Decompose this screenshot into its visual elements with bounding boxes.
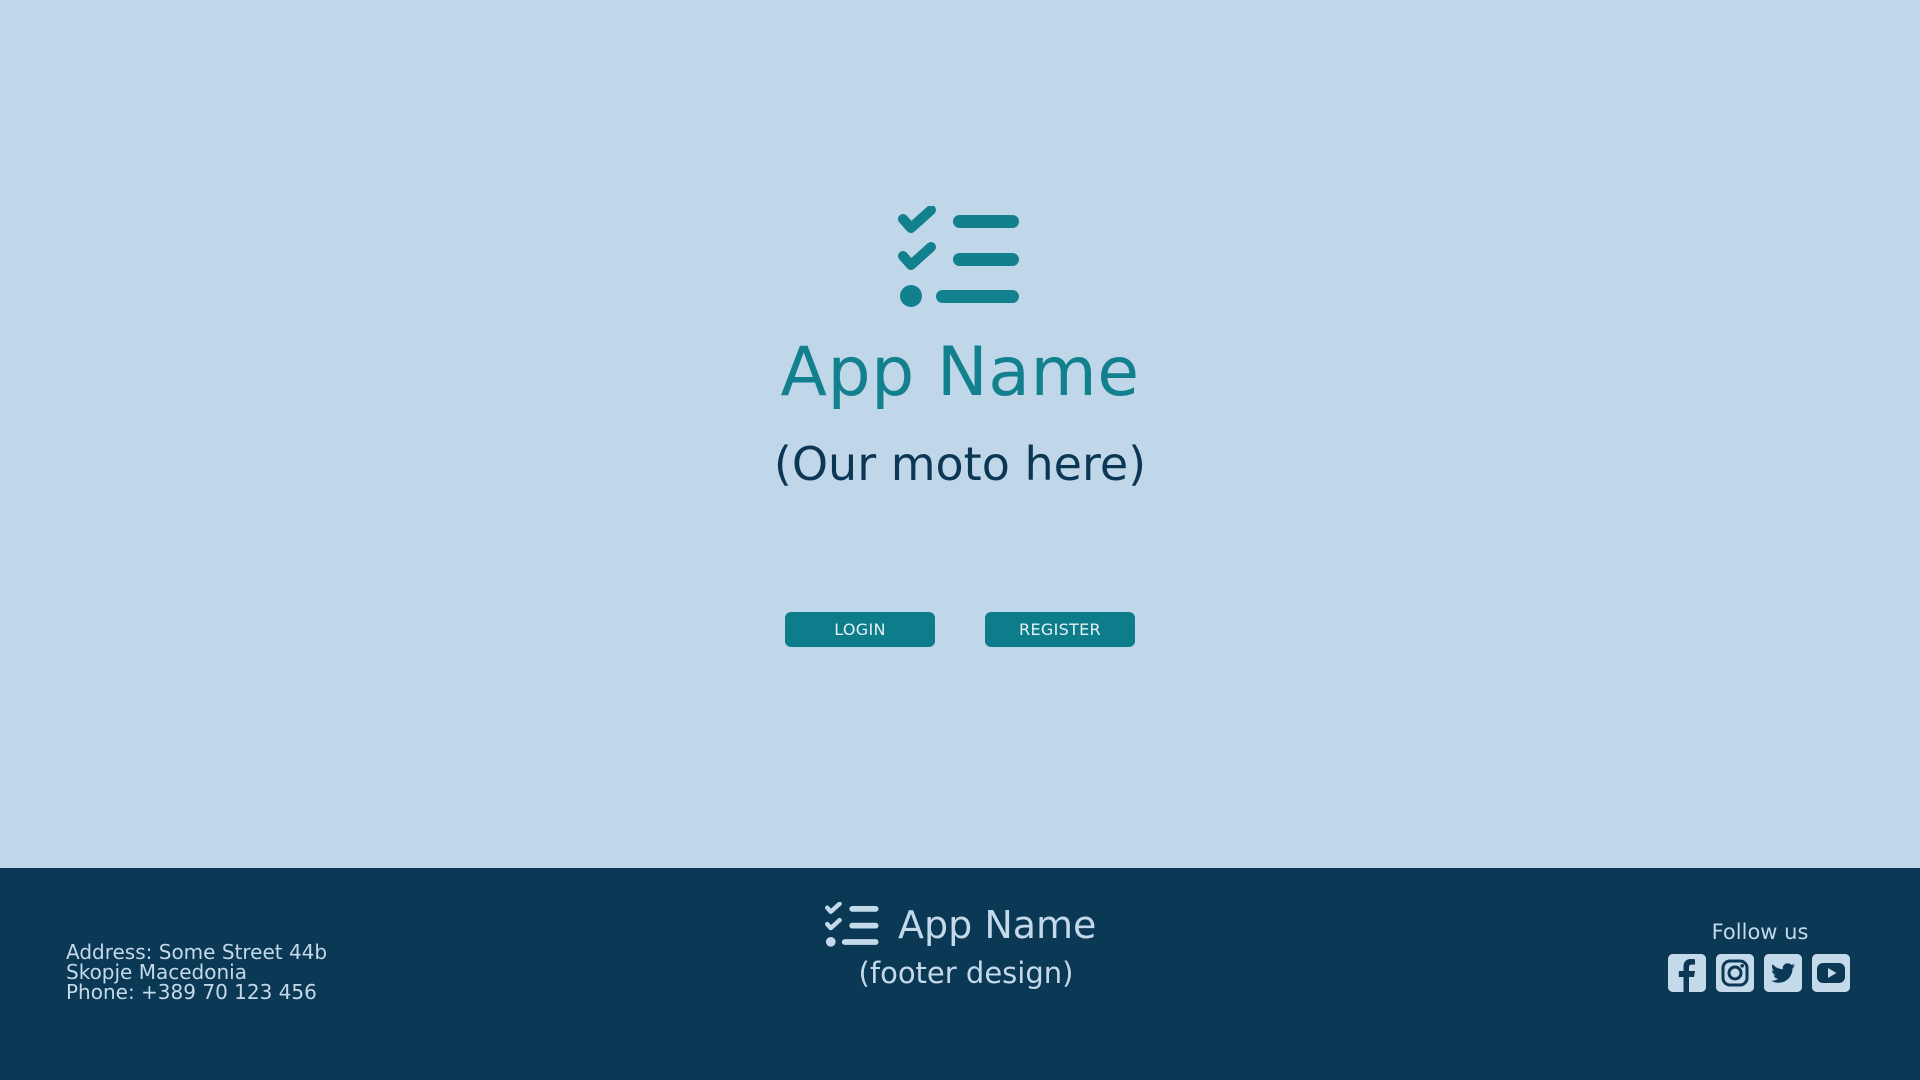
checklist-icon (898, 206, 1019, 307)
footer-app-name: App Name (898, 903, 1097, 947)
twitter-link[interactable] (1764, 954, 1802, 992)
checklist-icon (825, 902, 879, 947)
social-links (1668, 954, 1850, 992)
hero-section: App Name (Our moto here) LOGIN REGISTER (0, 0, 1920, 868)
instagram-link[interactable] (1716, 954, 1754, 992)
follow-us-label: Follow us (1711, 920, 1809, 944)
login-button[interactable]: LOGIN (785, 612, 935, 647)
youtube-link[interactable] (1812, 954, 1850, 992)
facebook-link[interactable] (1668, 954, 1706, 992)
twitter-icon (1764, 954, 1802, 992)
instagram-icon (1716, 954, 1754, 992)
footer: Address: Some Street 44b Skopje Macedoni… (0, 868, 1920, 1080)
footer-subtitle: (footer design) (858, 956, 1074, 990)
footer-brand: App Name (824, 900, 1096, 950)
youtube-icon (1812, 954, 1850, 992)
app-title: App Name (780, 333, 1140, 412)
app-motto: (Our moto here) (773, 437, 1147, 491)
facebook-icon (1668, 954, 1706, 992)
register-button[interactable]: REGISTER (985, 612, 1135, 647)
